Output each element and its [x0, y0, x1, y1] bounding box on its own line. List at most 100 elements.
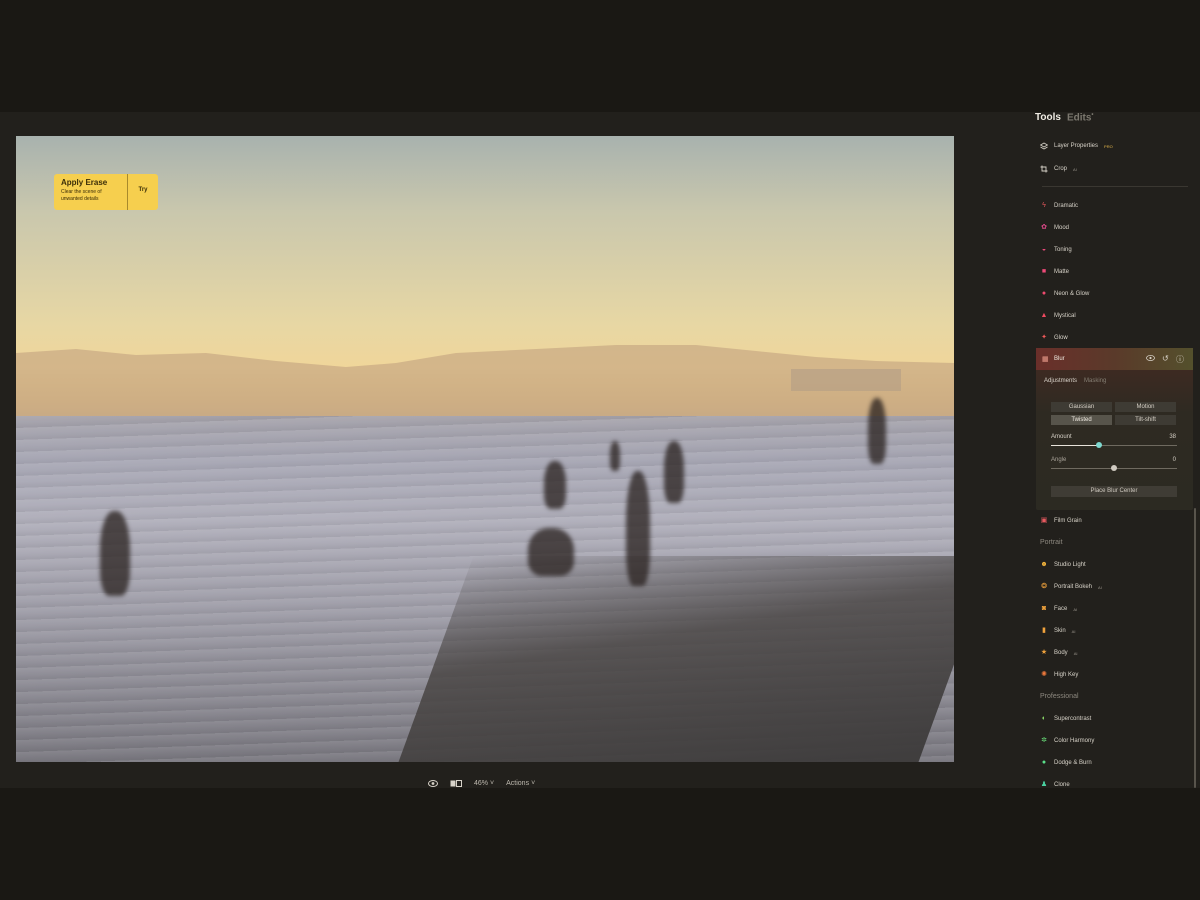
color-harmony-icon: ✲	[1041, 737, 1047, 744]
tool-label: Mood	[1054, 225, 1070, 231]
tool-label: Clone	[1054, 782, 1070, 788]
apply-erase-card: Apply Erase Clear the scene of unwanted …	[54, 174, 158, 210]
mode-tilt-shift[interactable]: Tilt-shift	[1115, 415, 1176, 425]
ai-badge: AI	[1071, 628, 1076, 634]
angle-value: 0	[1172, 457, 1176, 463]
tool-label: Dodge & Burn	[1054, 760, 1092, 766]
tool-label: Portrait Bokeh	[1054, 584, 1093, 590]
edits-marker: •	[1091, 112, 1094, 118]
tool-label: Skin	[1054, 628, 1066, 634]
tool-label: Body	[1054, 650, 1068, 656]
blur-header[interactable]: ▦ Blur ↺ ⓘ	[1036, 348, 1193, 370]
supercontrast-icon: ◐	[1041, 715, 1047, 722]
tool-label: Crop	[1054, 166, 1068, 172]
compare-icon[interactable]	[450, 779, 462, 787]
blur-icon: ▦	[1042, 356, 1049, 363]
amount-slider-fill	[1051, 445, 1099, 446]
chevron-down-icon: ˅	[531, 779, 536, 787]
tool-label: Color Harmony	[1054, 738, 1095, 744]
tool-label: Layer Properties	[1054, 143, 1099, 149]
person-figure	[544, 461, 566, 509]
tool-color-harmony[interactable]: ✲ Color Harmony	[1040, 736, 1094, 746]
tool-glow[interactable]: ✦ Glow	[1040, 333, 1068, 343]
layers-icon	[1040, 142, 1048, 150]
tab-edits-label: Edits	[1066, 112, 1092, 124]
app-window: Apply Erase Clear the scene of unwanted …	[0, 112, 1200, 788]
panel-scrollbar[interactable]	[1194, 508, 1196, 788]
actions-dropdown[interactable]: Actions ˅	[506, 780, 535, 787]
tools-panel: Tools Edits• Layer Properties PRO Crop AI …	[1030, 112, 1200, 788]
person-figure	[626, 471, 650, 586]
tool-mood[interactable]: ✿ Mood	[1040, 223, 1069, 233]
tool-layer-properties[interactable]: Layer Properties PRO	[1040, 141, 1113, 151]
erase-card-title: Apply Erase	[61, 178, 108, 187]
person-figure	[868, 398, 886, 464]
ai-badge: AI	[1073, 650, 1078, 656]
person-figure	[664, 441, 684, 503]
tool-supercontrast[interactable]: ◐ Supercontrast	[1040, 714, 1091, 724]
person-figure	[610, 441, 620, 471]
matte-icon: ■	[1041, 268, 1047, 275]
ai-badge: AI	[1073, 606, 1078, 612]
dodge-burn-icon: ●	[1041, 759, 1047, 766]
tool-film-grain[interactable]: ▣ Film Grain	[1040, 516, 1082, 526]
body-star-icon: ★	[1040, 649, 1048, 656]
tool-skin[interactable]: ▮ Skin AI	[1040, 626, 1075, 636]
crop-icon	[1040, 165, 1048, 173]
zoom-value: 46%	[474, 779, 489, 787]
amount-label: Amount	[1051, 434, 1072, 440]
mood-icon: ✿	[1041, 224, 1047, 231]
blur-title: Blur	[1054, 356, 1065, 362]
tool-label: Toning	[1054, 247, 1072, 253]
tool-dramatic[interactable]: ϟ Dramatic	[1040, 201, 1078, 211]
angle-slider-knob[interactable]	[1111, 465, 1117, 471]
tool-label: Studio Light	[1054, 562, 1086, 568]
panel-tabs: Tools Edits•	[1035, 112, 1094, 123]
tab-masking[interactable]: Masking	[1084, 378, 1106, 384]
mode-motion[interactable]: Motion	[1115, 402, 1176, 412]
eye-icon[interactable]	[428, 779, 438, 787]
tool-clone[interactable]: ♟ Clone	[1040, 780, 1070, 790]
tool-matte[interactable]: ■ Matte	[1040, 267, 1069, 277]
section-professional: Professional	[1040, 693, 1079, 700]
amount-value: 38	[1169, 434, 1176, 440]
ai-badge: AI	[1098, 584, 1102, 590]
tool-body[interactable]: ★ Body AI	[1040, 648, 1078, 658]
try-button[interactable]: Try	[127, 174, 158, 210]
tool-face[interactable]: ◙ Face AI	[1040, 604, 1077, 614]
tool-crop[interactable]: Crop AI	[1040, 164, 1077, 174]
pro-badge: PRO	[1104, 143, 1113, 149]
lightning-icon: ϟ	[1042, 202, 1046, 209]
erase-card-text: Apply Erase Clear the scene of unwanted …	[54, 174, 127, 210]
tab-edits[interactable]: Edits•	[1067, 112, 1094, 123]
angle-label: Angle	[1051, 457, 1067, 463]
tool-label: Matte	[1054, 269, 1070, 275]
tool-high-key[interactable]: ✺ High Key	[1040, 670, 1078, 680]
tool-label: Film Grain	[1054, 518, 1082, 524]
neon-glow-icon: ●	[1041, 290, 1047, 297]
tool-studio-light[interactable]: ☻ Studio Light	[1040, 560, 1086, 570]
amount-slider-knob[interactable]	[1095, 442, 1102, 448]
tab-tools[interactable]: Tools	[1035, 112, 1061, 123]
mode-twisted[interactable]: Twisted	[1051, 415, 1112, 425]
zoom-dropdown[interactable]: 46% ˅	[474, 780, 494, 787]
skin-icon: ▮	[1042, 627, 1046, 634]
visibility-eye-icon[interactable]	[1146, 354, 1155, 364]
info-icon[interactable]: ⓘ	[1176, 354, 1184, 365]
tab-adjustments[interactable]: Adjustments	[1044, 378, 1077, 384]
reset-icon[interactable]: ↺	[1162, 354, 1169, 363]
tool-portrait-bokeh[interactable]: ❂ Portrait Bokeh AI	[1040, 582, 1102, 592]
divider	[1042, 186, 1188, 187]
tool-dodge-burn[interactable]: ● Dodge & Burn	[1040, 758, 1092, 768]
blur-subtabs: Adjustments Masking	[1044, 378, 1106, 384]
tool-label: Supercontrast	[1054, 716, 1092, 722]
tool-mystical[interactable]: ▲ Mystical	[1040, 311, 1076, 321]
blur-tool-panel: ▦ Blur ↺ ⓘ Adjustments Masking Gaussian …	[1036, 348, 1193, 510]
mode-gaussian[interactable]: Gaussian	[1051, 402, 1112, 412]
photo-canvas[interactable]: Apply Erase Clear the scene of unwanted …	[16, 136, 954, 762]
tool-toning[interactable]: ◒ Toning	[1040, 245, 1072, 255]
section-portrait: Portrait	[1040, 539, 1063, 546]
beach-sand	[398, 556, 954, 762]
tool-neon-glow[interactable]: ● Neon & Glow	[1040, 289, 1089, 299]
place-blur-center-button[interactable]: Place Blur Center	[1051, 486, 1177, 497]
